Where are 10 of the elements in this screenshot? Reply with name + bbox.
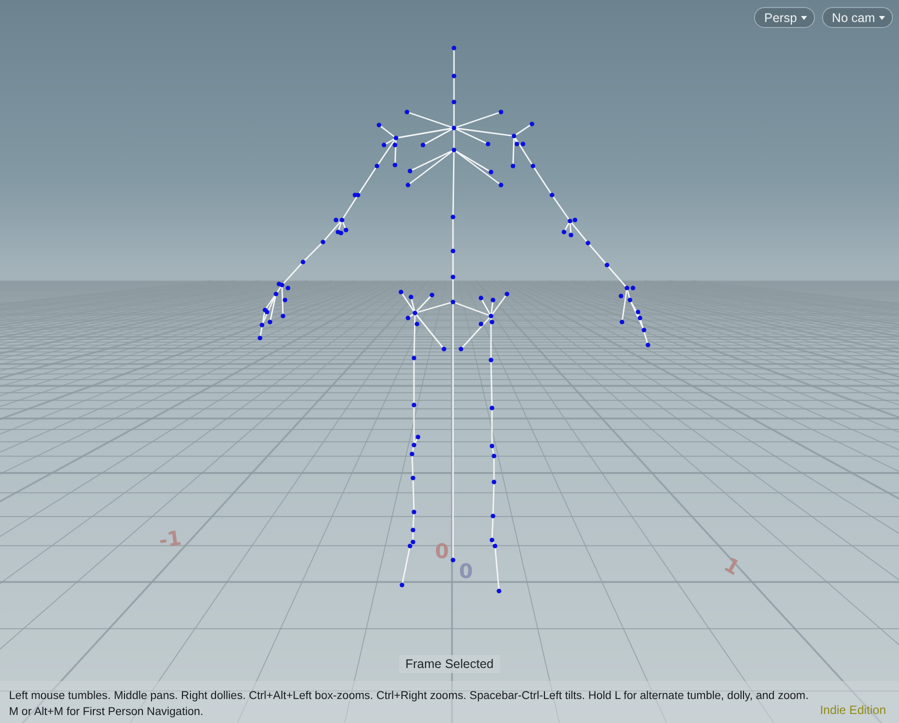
axis-value-label: 1 <box>720 552 744 580</box>
status-message: Frame Selected <box>399 655 500 673</box>
axis-value-label: 0 <box>435 539 449 563</box>
camera-menu-button[interactable]: Persp <box>754 7 815 28</box>
axis-value-label: -1 <box>157 526 183 552</box>
caret-icon <box>800 16 807 20</box>
caret-icon <box>879 16 885 20</box>
edition-label: Indie Edition <box>820 703 886 717</box>
camera-menu-button[interactable]: No cam <box>822 7 893 28</box>
navigation-help-text: Left mouse tumbles. Middle pans. Right dollies. Ctrl+Alt+Left box-zooms. Ctrl+Right zooms. Spacebar-Ctrl-Left tilts. Hold L for alternate tumble, dolly, and zoom. M or Alt+M for First Person Navigation. <box>9 689 810 720</box>
